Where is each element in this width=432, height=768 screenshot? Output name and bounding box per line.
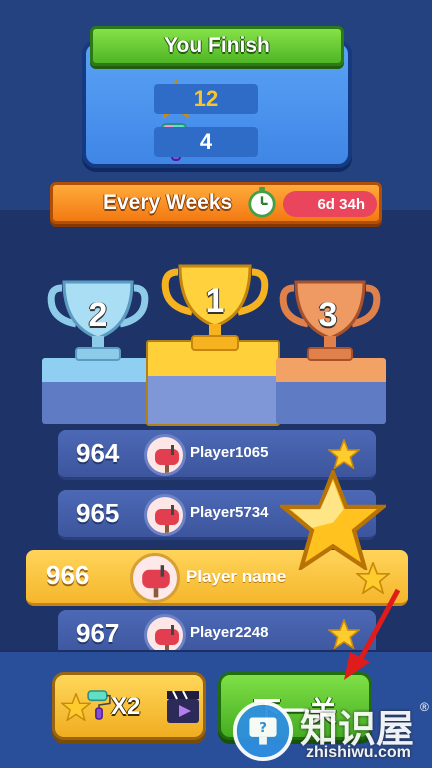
svg-text:?: ? xyxy=(259,720,267,736)
player-name: Player1065 xyxy=(190,444,269,461)
weekly-label: Every Weeks xyxy=(103,191,233,214)
star-icon xyxy=(328,439,360,469)
weekly-banner: Every Weeks 6d 34h xyxy=(50,182,382,224)
player-name: Player5734 xyxy=(190,504,269,521)
watermark-logo: ? xyxy=(232,700,294,762)
rank-1-label: 1 xyxy=(205,282,225,320)
rank-number: 965 xyxy=(76,498,120,528)
multiplier-label: X2 xyxy=(111,693,141,720)
avatar-mailbox-icon xyxy=(144,494,186,536)
avatar-mailbox-icon xyxy=(144,434,186,476)
video-ad-icon xyxy=(167,690,199,723)
podium-third xyxy=(276,358,386,424)
stars-count: 12 xyxy=(154,84,258,114)
podium-second xyxy=(42,358,152,424)
paint-roller-icon xyxy=(87,690,111,720)
rollers-count: 4 xyxy=(154,127,258,157)
player-name: Player name xyxy=(186,567,287,586)
countdown-timer: 6d 34h xyxy=(283,191,377,217)
rank-number: 967 xyxy=(76,618,120,648)
stopwatch-icon xyxy=(248,186,276,218)
finish-banner: You Finish xyxy=(90,26,344,66)
rank-number: 966 xyxy=(46,560,90,590)
rank-3-label: 3 xyxy=(318,296,338,334)
rank-number: 964 xyxy=(76,438,120,468)
player-name: Player2248 xyxy=(190,624,269,641)
watermark-registered: ® xyxy=(420,700,429,714)
watermark-url: zhishiwu.com xyxy=(306,744,411,761)
double-reward-button[interactable]: X2 xyxy=(52,672,206,740)
flying-star-icon xyxy=(280,470,386,570)
avatar-mailbox-icon xyxy=(130,553,180,603)
pointer-arrow-icon xyxy=(344,588,401,680)
rank-2-label: 2 xyxy=(88,296,108,334)
finish-title: You Finish xyxy=(164,34,270,57)
